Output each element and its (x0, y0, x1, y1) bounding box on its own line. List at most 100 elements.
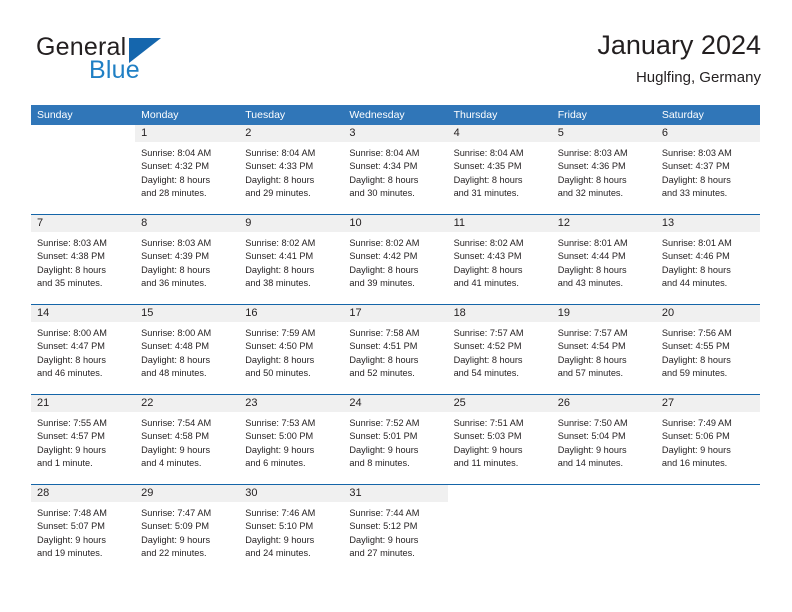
page-title: January 2024 (597, 30, 761, 60)
sunrise-time: Sunrise: 7:59 AM (245, 328, 316, 338)
daylight-duration-line2: and 52 minutes. (349, 368, 415, 379)
day-details: Sunrise: 8:04 AM Sunset: 4:34 PM Daylight:… (343, 142, 447, 201)
daylight-duration-line1: Daylight: 8 hours (453, 264, 523, 275)
day-cell[interactable]: 9 Sunrise: 8:02 AM Sunset: 4:41 PM Daylight… (239, 215, 344, 304)
sunset-time: Sunset: 4:34 PM (349, 161, 418, 172)
day-number: 9 (239, 215, 344, 232)
daylight-duration-line2: and 57 minutes. (557, 368, 624, 379)
day-details: Sunrise: 7:48 AM Sunset: 5:07 PM Daylight:… (31, 502, 135, 561)
sunset-time: Sunset: 4:50 PM (245, 341, 314, 352)
daylight-duration-line2: and 33 minutes. (661, 188, 728, 199)
daylight-duration-line2: and 36 minutes. (141, 278, 207, 289)
day-cell[interactable]: 7 Sunrise: 8:03 AM Sunset: 4:38 PM Daylight… (31, 215, 136, 304)
day-cell[interactable]: 19 Sunrise: 7:57 AM Sunset: 4:54 PM Dayligh… (551, 305, 656, 394)
day-cell[interactable]: 29 Sunrise: 7:47 AM Sunset: 5:09 PM Dayligh… (135, 485, 240, 574)
sunset-time: Sunset: 4:46 PM (661, 251, 730, 262)
sunset-time: Sunset: 4:55 PM (661, 341, 730, 352)
daylight-duration-line1: Daylight: 8 hours (141, 174, 211, 185)
day-cell[interactable]: 20 Sunrise: 7:56 AM Sunset: 4:55 PM Dayligh… (655, 305, 760, 394)
day-cell[interactable]: 28 Sunrise: 7:48 AM Sunset: 5:07 PM Dayligh… (31, 485, 136, 574)
day-number: 4 (447, 125, 552, 142)
daylight-duration-line1: Daylight: 8 hours (245, 174, 315, 185)
day-cell[interactable]: 21 Sunrise: 7:55 AM Sunset: 4:57 PM Dayligh… (31, 395, 136, 484)
day-cell[interactable]: 1 Sunrise: 8:04 AM Sunset: 4:32 PM Daylight… (135, 125, 240, 214)
day-cell[interactable]: 10 Sunrise: 8:02 AM Sunset: 4:42 PM Dayligh… (343, 215, 448, 304)
sunrise-time: Sunrise: 7:53 AM (245, 418, 316, 428)
day-details: Sunrise: 8:00 AM Sunset: 4:48 PM Daylight:… (135, 322, 239, 381)
day-details: Sunrise: 7:46 AM Sunset: 5:10 PM Daylight:… (239, 502, 343, 561)
day-details: Sunrise: 7:55 AM Sunset: 4:57 PM Daylight:… (31, 412, 135, 471)
daylight-duration-line1: Daylight: 8 hours (349, 354, 419, 365)
daylight-duration-line2: and 41 minutes. (453, 278, 519, 289)
day-cell[interactable]: 12 Sunrise: 8:01 AM Sunset: 4:44 PM Dayligh… (551, 215, 656, 304)
day-number: 28 (31, 485, 136, 502)
day-number: 20 (655, 305, 760, 322)
calendar-week: 28 Sunrise: 7:48 AM Sunset: 5:07 PM Dayligh… (31, 484, 760, 574)
sunrise-time: Sunrise: 8:01 AM (661, 238, 732, 248)
day-cell[interactable]: 30 Sunrise: 7:46 AM Sunset: 5:10 PM Dayligh… (239, 485, 344, 574)
sunrise-time: Sunrise: 7:54 AM (141, 418, 212, 428)
calendar-week: 1 Sunrise: 8:04 AM Sunset: 4:32 PM Daylight… (31, 125, 760, 214)
calendar-weeks: 1 Sunrise: 8:04 AM Sunset: 4:32 PM Daylight… (31, 125, 760, 574)
day-cell[interactable]: 23 Sunrise: 7:53 AM Sunset: 5:00 PM Dayligh… (239, 395, 344, 484)
day-details: Sunrise: 7:47 AM Sunset: 5:09 PM Daylight:… (135, 502, 239, 561)
sunrise-time: Sunrise: 7:48 AM (37, 508, 107, 518)
daylight-duration-line1: Daylight: 9 hours (349, 534, 419, 545)
sunset-time: Sunset: 5:03 PM (453, 431, 522, 442)
day-cell[interactable]: 31 Sunrise: 7:44 AM Sunset: 5:12 PM Dayligh… (343, 485, 448, 574)
title-block: January 2024 Huglfing, Germany (597, 28, 761, 89)
day-details: Sunrise: 7:53 AM Sunset: 5:00 PM Daylight:… (239, 412, 343, 471)
day-cell[interactable]: 16 Sunrise: 7:59 AM Sunset: 4:50 PM Dayligh… (239, 305, 344, 394)
day-cell[interactable]: 18 Sunrise: 7:57 AM Sunset: 4:52 PM Dayligh… (447, 305, 552, 394)
day-cell[interactable]: 14 Sunrise: 8:00 AM Sunset: 4:47 PM Dayligh… (31, 305, 136, 394)
day-details: Sunrise: 8:03 AM Sunset: 4:39 PM Daylight:… (135, 232, 239, 291)
sunrise-time: Sunrise: 8:00 AM (37, 328, 107, 338)
day-cell[interactable]: 15 Sunrise: 8:00 AM Sunset: 4:48 PM Dayligh… (135, 305, 240, 394)
daylight-duration-line1: Daylight: 8 hours (37, 264, 106, 275)
daylight-duration-line2: and 11 minutes. (453, 458, 519, 469)
day-cell[interactable]: 22 Sunrise: 7:54 AM Sunset: 4:58 PM Dayligh… (135, 395, 240, 484)
daylight-duration-line2: and 8 minutes. (349, 458, 410, 469)
daylight-duration-line1: Daylight: 8 hours (557, 354, 627, 365)
day-cell[interactable]: 4 Sunrise: 8:04 AM Sunset: 4:35 PM Daylight… (447, 125, 552, 214)
day-cell[interactable]: 6 Sunrise: 8:03 AM Sunset: 4:37 PM Daylight… (655, 125, 760, 214)
brand-logo[interactable]: General Blue (31, 32, 261, 90)
sunset-time: Sunset: 5:07 PM (37, 521, 105, 532)
day-cell[interactable]: 11 Sunrise: 8:02 AM Sunset: 4:43 PM Dayligh… (447, 215, 552, 304)
day-cell[interactable]: 24 Sunrise: 7:52 AM Sunset: 5:01 PM Dayligh… (343, 395, 448, 484)
daylight-duration-line1: Daylight: 8 hours (349, 264, 419, 275)
calendar-week: 7 Sunrise: 8:03 AM Sunset: 4:38 PM Daylight… (31, 214, 760, 304)
day-details: Sunrise: 8:02 AM Sunset: 4:41 PM Daylight:… (239, 232, 343, 291)
sunset-time: Sunset: 4:43 PM (453, 251, 522, 262)
sunrise-time: Sunrise: 7:46 AM (245, 508, 316, 518)
sunrise-time: Sunrise: 8:01 AM (557, 238, 628, 248)
daylight-duration-line2: and 30 minutes. (349, 188, 415, 199)
day-cell[interactable]: 27 Sunrise: 7:49 AM Sunset: 5:06 PM Dayligh… (655, 395, 760, 484)
day-cell[interactable]: 8 Sunrise: 8:03 AM Sunset: 4:39 PM Daylight… (135, 215, 240, 304)
week-row: 21 Sunrise: 7:55 AM Sunset: 4:57 PM Dayligh… (31, 395, 760, 484)
day-cell[interactable]: 26 Sunrise: 7:50 AM Sunset: 5:04 PM Dayligh… (551, 395, 656, 484)
sunset-time: Sunset: 5:10 PM (245, 521, 314, 532)
sunrise-time: Sunrise: 7:57 AM (557, 328, 628, 338)
day-cell[interactable]: 3 Sunrise: 8:04 AM Sunset: 4:34 PM Daylight… (343, 125, 448, 214)
day-cell[interactable]: 13 Sunrise: 8:01 AM Sunset: 4:46 PM Dayligh… (655, 215, 760, 304)
day-number: 19 (551, 305, 656, 322)
day-details: Sunrise: 8:01 AM Sunset: 4:46 PM Daylight:… (656, 232, 760, 291)
day-number: 5 (551, 125, 656, 142)
day-number: 12 (551, 215, 656, 232)
day-cell[interactable]: 5 Sunrise: 8:03 AM Sunset: 4:36 PM Daylight… (551, 125, 656, 214)
day-number: 16 (239, 305, 344, 322)
daylight-duration-line2: and 1 minute. (37, 458, 93, 469)
day-cell[interactable]: 2 Sunrise: 8:04 AM Sunset: 4:33 PM Daylight… (239, 125, 344, 214)
week-row: 1 Sunrise: 8:04 AM Sunset: 4:32 PM Daylight… (31, 125, 760, 214)
day-cell[interactable]: 25 Sunrise: 7:51 AM Sunset: 5:03 PM Dayligh… (447, 395, 552, 484)
daylight-duration-line2: and 32 minutes. (557, 188, 624, 199)
day-cell-empty (447, 485, 552, 574)
daylight-duration-line1: Daylight: 9 hours (141, 444, 211, 455)
day-number: 1 (135, 125, 240, 142)
daylight-duration-line2: and 50 minutes. (245, 368, 311, 379)
day-cell-empty (31, 125, 136, 214)
sunset-time: Sunset: 4:57 PM (37, 431, 105, 442)
daylight-duration-line1: Daylight: 9 hours (245, 444, 315, 455)
day-cell[interactable]: 17 Sunrise: 7:58 AM Sunset: 4:51 PM Dayligh… (343, 305, 448, 394)
